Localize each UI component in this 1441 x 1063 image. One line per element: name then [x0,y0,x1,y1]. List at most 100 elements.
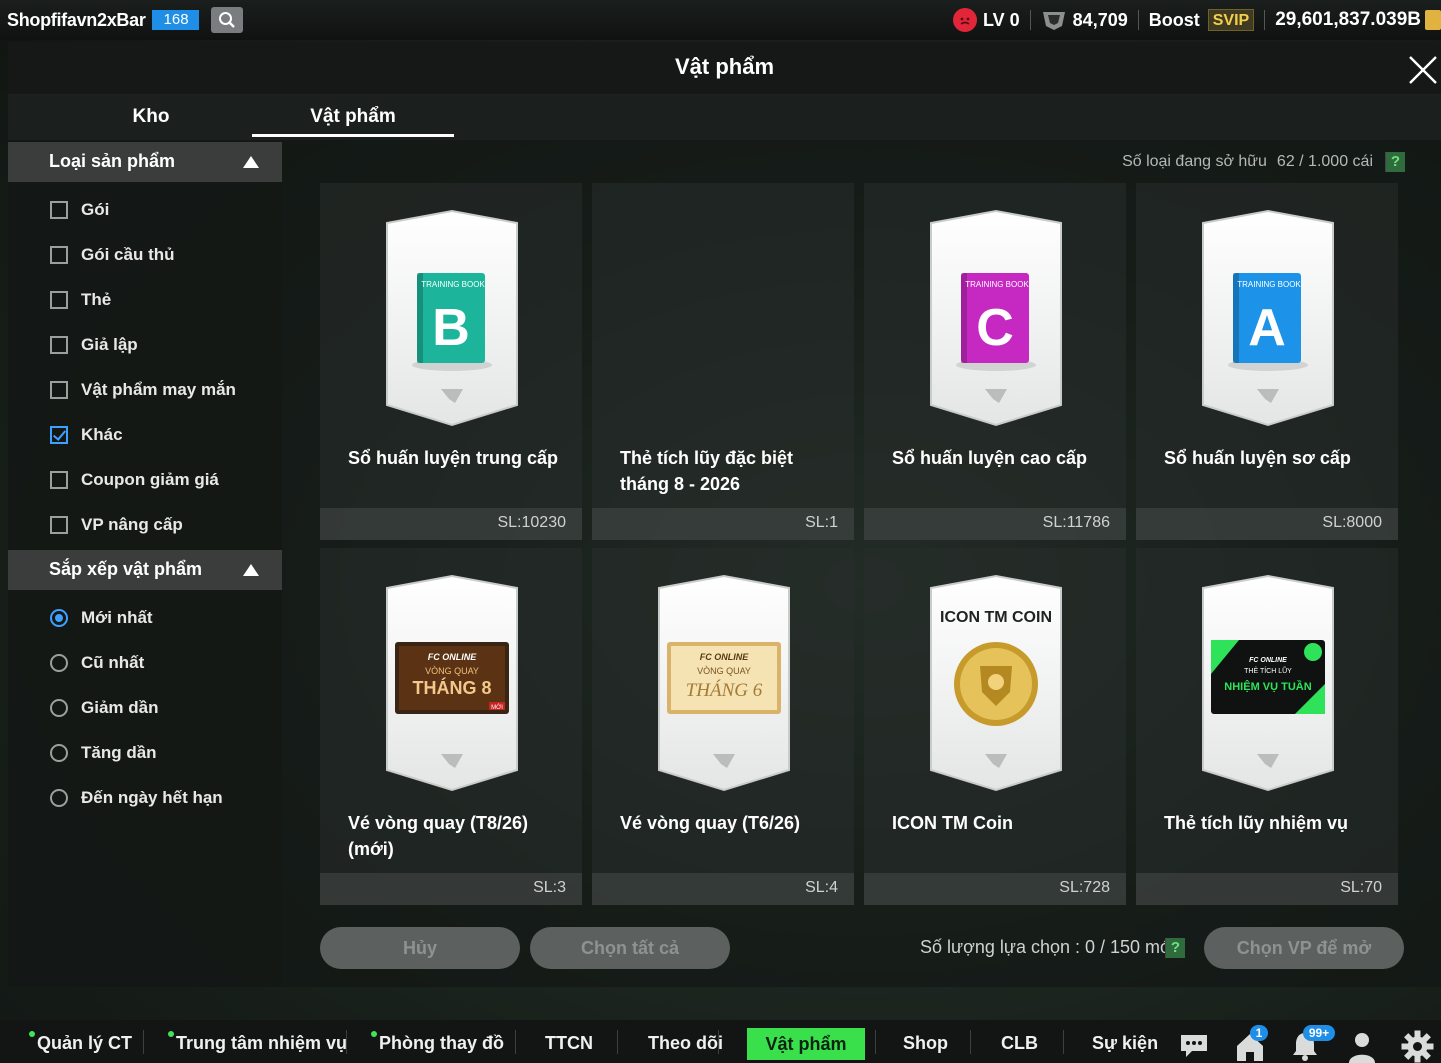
icon-tm-coin-thumbnail: ICON TM COIN [927,574,1065,792]
svg-text:ICON TM COIN: ICON TM COIN [940,609,1052,626]
checkbox-icon[interactable] [50,291,68,309]
item-card[interactable]: ICON TM COIN ICON TM Coin SL:728 [864,548,1126,905]
item-card[interactable]: TRAINING BOOK C Sổ huấn luyện cao cấp SL:11… [864,183,1126,540]
item-card[interactable]: FC ONLINE VÒNG QUAY THÁNG 8 MỚI Vé vòng quay… [320,548,582,905]
search-button[interactable] [210,7,243,33]
close-button[interactable] [1405,52,1441,88]
svg-text:MỚI: MỚI [491,704,503,711]
help-button[interactable]: ? [1385,152,1405,172]
top-bar: Shopfifavn2xBar 168 LV 0 84,709 Boost SV… [0,0,1441,40]
tab-kho[interactable]: Kho [51,106,251,128]
nav-item[interactable]: CLB [1001,1033,1038,1054]
nav-divider [515,1030,516,1054]
sort-option-label: Giảm dần [81,698,159,717]
boost-label[interactable]: Boost [1149,10,1200,31]
training-book-a-thumbnail: TRAINING BOOK A [1199,209,1337,427]
svg-text:TRAINING BOOK: TRAINING BOOK [1237,280,1301,289]
item-card[interactable]: Thẻ tích lũy đặc biệt tháng 8 - 2026 SL:1 [592,183,854,540]
settings-gear-icon[interactable] [1401,1030,1434,1063]
svg-text:FC ONLINE: FC ONLINE [1249,657,1287,664]
nav-item[interactable]: Theo dõi [648,1033,723,1054]
category-filter-option[interactable]: Gói [50,195,109,225]
sort-option[interactable]: Tăng dần [50,738,157,768]
sort-option[interactable]: Mới nhất [50,603,153,633]
radio-icon[interactable] [50,654,68,672]
svip-badge[interactable]: SVIP [1207,9,1255,31]
svg-text:FC ONLINE: FC ONLINE [700,652,749,662]
divider [1029,10,1031,30]
category-filter-label: Gói cầu thủ [81,245,175,264]
nav-divider [143,1030,144,1054]
checkbox-icon[interactable] [50,336,68,354]
profile-icon[interactable] [1347,1030,1377,1063]
training-book-c-thumbnail: TRAINING BOOK C [927,209,1065,427]
item-quantity-bar: SL:70 [1136,873,1398,905]
username[interactable]: Shopfifavn2xBar [7,10,146,31]
category-filter-option[interactable]: Vật phẩm may mắn [50,375,236,405]
sort-option[interactable]: Giảm dần [50,693,158,723]
category-filter-label: Giả lập [81,335,138,354]
checkbox-icon[interactable] [50,516,68,534]
category-filter-option[interactable]: Thẻ [50,285,111,315]
nav-divider [875,1030,876,1054]
item-card[interactable]: TRAINING BOOK B Sổ huấn luyện trung cấp SL:… [320,183,582,540]
sort-option-label: Đến ngày hết hạn [81,788,223,807]
currency-bar: LV 0 84,709 Boost SVIP 29,601,837.039B [952,0,1441,40]
owned-count: 62 / 1.000 cái [1276,153,1373,170]
category-filter-option[interactable]: Coupon giảm giá [50,465,219,495]
item-card[interactable]: FC ONLINE THẺ TÍCH LŨY NHIỆM VỤ TUẦN Thẻ tí… [1136,548,1398,905]
sort-option[interactable]: Cũ nhất [50,648,144,678]
home-badge: 1 [1250,1025,1268,1041]
bp-value: 84,709 [1072,9,1128,30]
chat-icon[interactable] [1178,1032,1210,1060]
item-card[interactable]: FC ONLINE VÒNG QUAY THÁNG 6 Vé vòng quay (T… [592,548,854,905]
nav-item[interactable]: Shop [903,1033,948,1054]
category-filter-option[interactable]: Giả lập [50,330,138,360]
item-name: Sổ huấn luyện trung cấp [348,448,559,468]
svg-text:TRAINING BOOK: TRAINING BOOK [421,280,485,289]
nav-divider [1063,1030,1064,1054]
category-section-header[interactable]: Loại sản phẩm [8,142,282,182]
tab-vat-pham[interactable]: Vật phẩm [253,106,453,128]
svg-text:C: C [976,299,1014,357]
nav-item-label: TTCN [545,1033,593,1053]
item-quantity: SL:728 [1059,879,1110,896]
coin-icon[interactable] [1425,10,1441,30]
item-quantity-bar: SL:3 [320,873,582,905]
sort-option[interactable]: Đến ngày hết hạn [50,783,223,813]
checkbox-icon[interactable] [50,201,68,219]
category-filter-option[interactable]: Khác [50,420,123,450]
nav-item[interactable]: Quản lý CT [29,1031,133,1054]
training-book-b-thumbnail: TRAINING BOOK B [383,209,521,427]
nav-divider [346,1030,347,1054]
nav-item-label: Sự kiện [1092,1033,1159,1053]
nav-item[interactable]: Trung tâm nhiệm vụ [168,1031,347,1054]
nav-item-label: Phòng thay đồ [379,1033,504,1053]
open-selected-button[interactable]: Chọn VP để mở [1204,927,1404,969]
category-filter-option[interactable]: Gói cầu thủ [50,240,175,270]
radio-icon[interactable] [50,789,68,807]
spin-ticket-aug-thumbnail: FC ONLINE VÒNG QUAY THÁNG 8 MỚI [383,574,521,792]
nav-item-vat-pham-active[interactable]: Vật phẩm [747,1028,865,1060]
item-card[interactable]: TRAINING BOOK A Sổ huấn luyện sơ cấp SL:800… [1136,183,1398,540]
checkbox-checked-icon[interactable] [50,426,68,444]
checkbox-icon[interactable] [50,471,68,489]
sort-section-header[interactable]: Sắp xếp vật phẩm [8,550,282,590]
select-all-button[interactable]: Chọn tất cả [530,927,730,969]
level-text: LV 0 [982,9,1020,30]
nav-item[interactable]: Sự kiện [1092,1033,1158,1054]
nav-item-label: Quản lý CT [37,1033,133,1053]
item-quantity: SL:11786 [1042,514,1110,531]
radio-icon[interactable] [50,744,68,762]
checkbox-icon[interactable] [50,381,68,399]
checkbox-icon[interactable] [50,246,68,264]
nav-item[interactable]: Phòng thay đồ [371,1031,504,1054]
filter-sidebar: Loại sản phẩm Gói Gói cầu thủ Thẻ Giả lập Vậ… [8,140,282,987]
cancel-button[interactable]: Hủy [320,927,520,969]
radio-selected-icon[interactable] [50,609,68,627]
nav-item[interactable]: TTCN [545,1033,593,1054]
nav-item-label: Shop [903,1033,948,1053]
selection-help-button[interactable]: ? [1165,938,1185,958]
category-filter-option[interactable]: VP nâng cấp [50,510,183,540]
radio-icon[interactable] [50,699,68,717]
